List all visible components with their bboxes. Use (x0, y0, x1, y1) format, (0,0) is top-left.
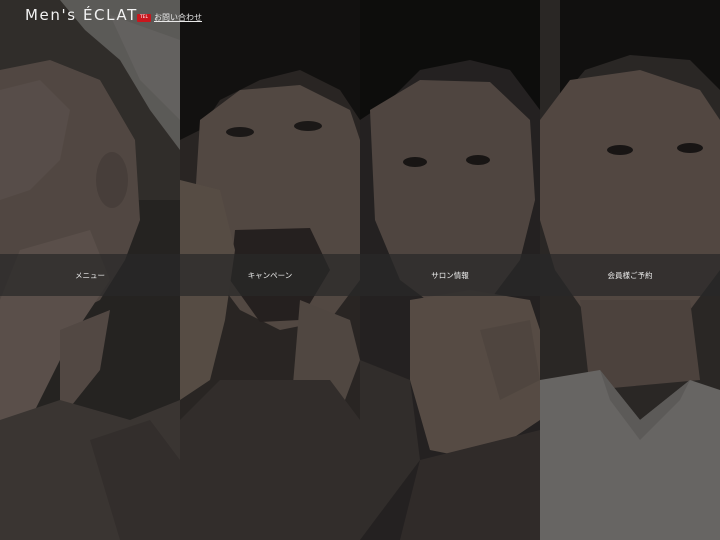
main-nav: メニュー キャンペーン サロン情報 会員様ご予約 (0, 254, 720, 296)
site-header: Men's ÉCLAT TEL お問い合わせ (0, 0, 720, 38)
nav-item-menu[interactable]: メニュー (0, 254, 180, 296)
nav-item-salon-info[interactable]: サロン情報 (360, 254, 540, 296)
contact-link[interactable]: お問い合わせ (154, 12, 202, 23)
nav-item-member-reservation[interactable]: 会員様ご予約 (540, 254, 720, 296)
site-logo[interactable]: Men's ÉCLAT (25, 6, 138, 24)
tel-icon: TEL (137, 14, 151, 22)
nav-item-campaign[interactable]: キャンペーン (180, 254, 360, 296)
